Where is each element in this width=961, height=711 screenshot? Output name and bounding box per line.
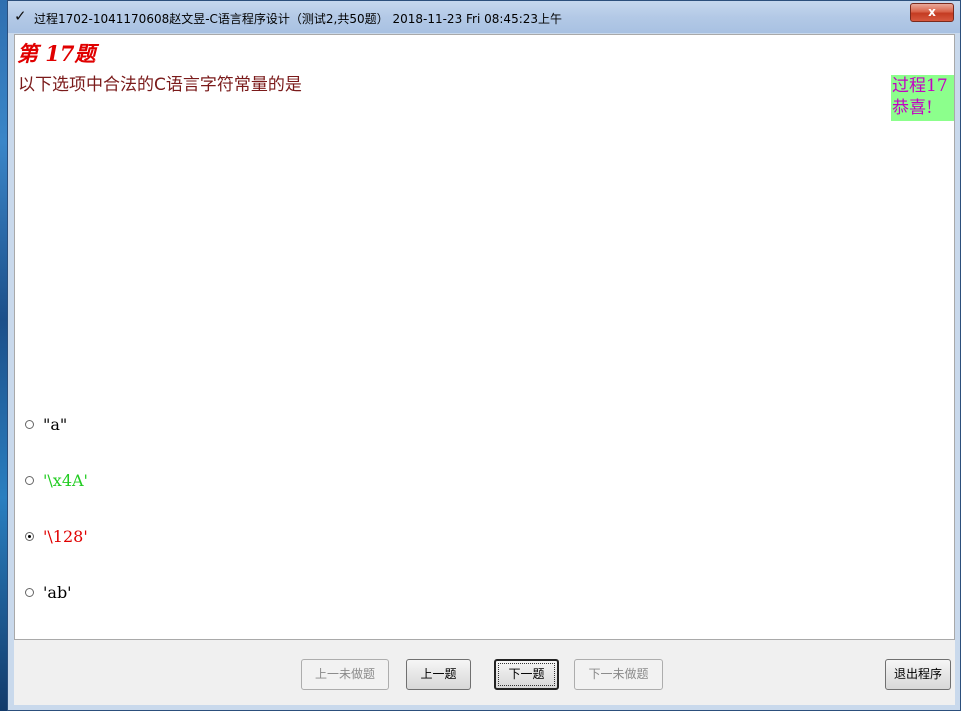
window-title: 过程1702-1041170608赵文昱-C语言程序设计（测试2,共50题） 2… (34, 12, 563, 26)
title-bar[interactable]: ✓ 过程1702-1041170608赵文昱-C语言程序设计（测试2,共50题）… (8, 1, 960, 33)
option-label[interactable]: '\128' (43, 527, 88, 546)
option-b[interactable]: '\x4A' (25, 469, 88, 491)
option-label[interactable]: '\x4A' (43, 471, 88, 490)
question-text: 以下选项中合法的C语言字符常量的是 (18, 75, 302, 95)
prev-button[interactable]: 上一题 (406, 659, 471, 690)
radio-button-selected[interactable] (25, 531, 34, 541)
prev-unanswered-button[interactable]: 上一未做题 (301, 659, 389, 690)
next-unanswered-button[interactable]: 下一未做题 (574, 659, 663, 690)
app-window: ✓ 过程1702-1041170608赵文昱-C语言程序设计（测试2,共50题）… (7, 0, 961, 711)
option-d[interactable]: 'ab' (25, 581, 72, 603)
question-number: 第 17题 (17, 41, 96, 66)
next-button[interactable]: 下一题 (494, 659, 559, 690)
radio-button[interactable] (25, 475, 34, 485)
question-panel: 第 17题 以下选项中合法的C语言字符常量的是 过程17 恭喜! "a" '\x… (14, 34, 955, 640)
option-c[interactable]: '\128' (25, 525, 88, 547)
option-a[interactable]: "a" (25, 413, 67, 435)
radio-button[interactable] (25, 587, 34, 597)
check-icon: ✓ (14, 7, 27, 25)
close-button[interactable]: x (910, 3, 954, 22)
status-line-2: 恭喜! (892, 98, 933, 118)
option-label[interactable]: 'ab' (43, 583, 72, 602)
client-area: 第 17题 以下选项中合法的C语言字符常量的是 过程17 恭喜! "a" '\x… (14, 34, 955, 705)
status-panel: 过程17 恭喜! (891, 75, 954, 121)
option-label[interactable]: "a" (43, 415, 67, 434)
exit-button[interactable]: 退出程序 (885, 659, 951, 690)
radio-button[interactable] (25, 419, 34, 429)
status-line-1: 过程17 (892, 76, 948, 96)
